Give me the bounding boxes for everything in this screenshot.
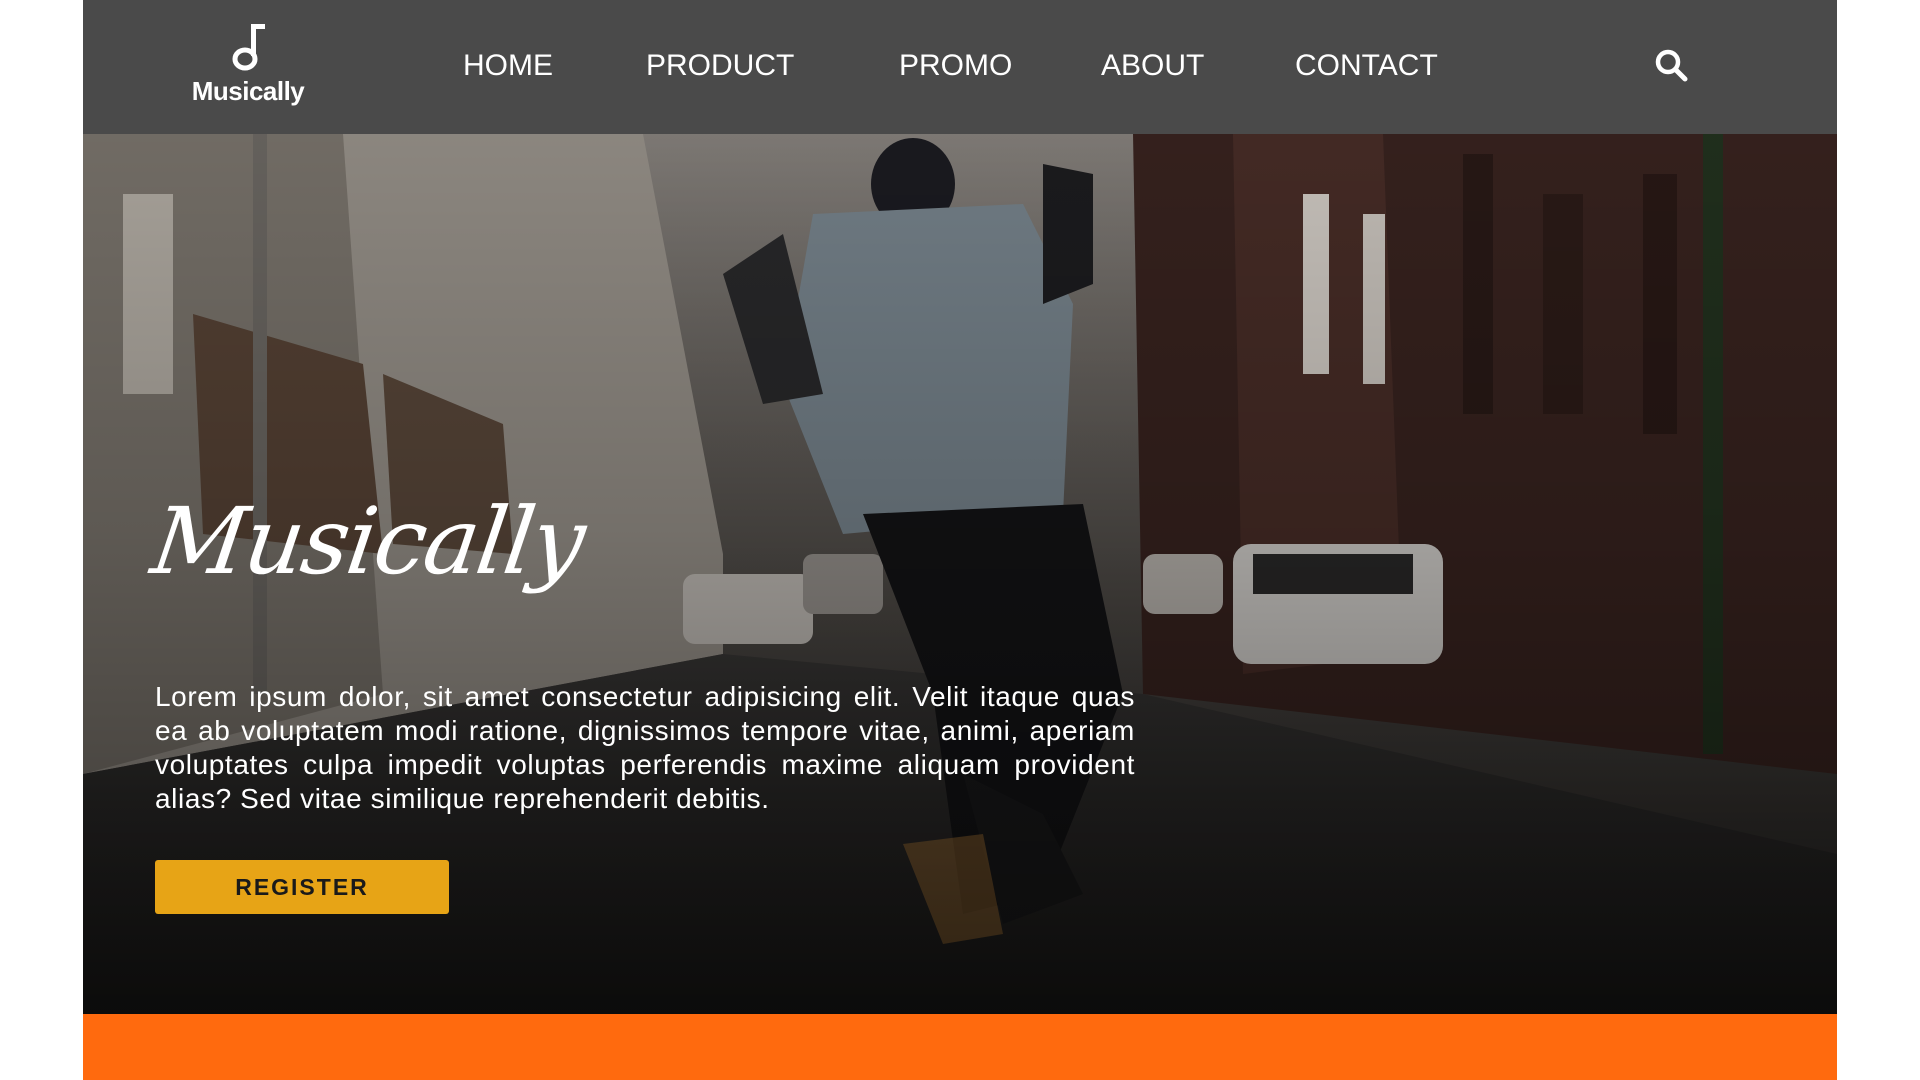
navbar: Musically HOME PRODUCT PROMO ABOUT CONTA… [83,0,1837,134]
music-note-icon [232,24,265,71]
nav-item-home[interactable]: HOME [463,49,553,83]
hero-section: Musically Lorem ipsum dolor, sit amet co… [83,134,1837,1014]
search-button[interactable] [1654,48,1690,84]
search-icon [1655,49,1688,82]
nav-item-contact[interactable]: CONTACT [1295,49,1438,83]
nav-item-product[interactable]: PRODUCT [646,49,794,83]
brand-name: Musically [191,76,305,106]
orange-section-band [83,1014,1837,1080]
hero-description: Lorem ipsum dolor, sit amet consectetur … [155,681,1135,814]
nav-item-promo[interactable]: PROMO [899,49,1012,83]
brand-logo[interactable]: Musically [183,18,313,122]
page-frame: Musically HOME PRODUCT PROMO ABOUT CONTA… [83,0,1837,1080]
hero-title: Musically [145,488,590,595]
register-button[interactable]: REGISTER [155,860,449,914]
nav-item-about[interactable]: ABOUT [1101,49,1204,83]
